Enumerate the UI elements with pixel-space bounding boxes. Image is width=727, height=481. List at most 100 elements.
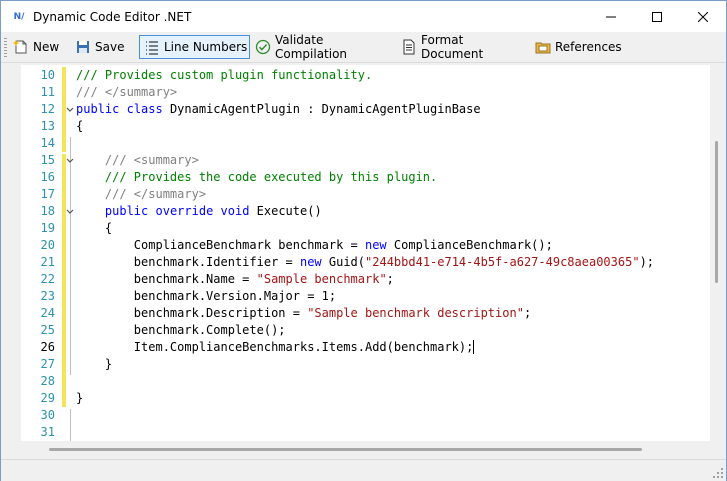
maximize-icon xyxy=(652,11,662,22)
line-number: 25 xyxy=(40,323,55,337)
validate-compilation-button[interactable]: Validate Compilation xyxy=(255,33,390,61)
code-line[interactable]: /// Provides the code executed by this p… xyxy=(76,169,437,186)
code-line[interactable]: } xyxy=(76,390,83,407)
maximize-button[interactable] xyxy=(634,1,680,32)
code-line[interactable]: /// </summary> xyxy=(76,84,177,101)
line-number: 29 xyxy=(40,391,55,405)
code-token: Item.ComplianceBenchmarks.Items.Add(benc… xyxy=(76,340,474,354)
code-token: "244bbd41-e714-4b5f-a627-49c8aea00365" xyxy=(365,255,640,269)
app-logo-icon: N/ xyxy=(13,11,25,22)
line-number: 15 xyxy=(40,153,55,167)
line-numbers-button[interactable]: Line Numbers xyxy=(139,35,250,59)
code-token: benchmark.Identifier = xyxy=(76,255,300,269)
line-number: 12 xyxy=(40,102,55,116)
code-token: ; xyxy=(523,306,532,320)
references-button[interactable]: References xyxy=(535,35,622,59)
code-token: void xyxy=(220,204,250,218)
code-line[interactable]: benchmark.Version.Major = 1; xyxy=(76,288,336,305)
code-token: override xyxy=(155,204,214,218)
minimize-icon xyxy=(606,16,616,17)
code-line[interactable]: { xyxy=(76,220,112,237)
code-line[interactable]: Item.ComplianceBenchmarks.Items.Add(benc… xyxy=(76,339,475,356)
code-token: benchmark.Description = xyxy=(76,306,308,320)
fold-chevron-icon[interactable] xyxy=(65,203,75,220)
status-bar xyxy=(1,459,726,481)
code-line[interactable]: benchmark.Name = "Sample benchmark"; xyxy=(76,271,394,288)
toolbar-grip[interactable] xyxy=(4,38,7,58)
code-line[interactable]: public override void Execute() xyxy=(76,203,322,220)
code-token: { xyxy=(76,119,84,133)
code-token: } xyxy=(76,357,113,371)
new-button[interactable]: New xyxy=(13,35,63,59)
save-button[interactable]: Save xyxy=(75,35,127,59)
document-icon xyxy=(401,39,417,55)
horizontal-scrollbar-thumb[interactable] xyxy=(49,448,642,451)
line-number: 14 xyxy=(40,136,55,150)
minimize-button[interactable] xyxy=(588,1,634,32)
code-token: class xyxy=(126,102,163,116)
code-line[interactable]: /// <summary> xyxy=(76,152,199,169)
code-token: ComplianceBenchmark(); xyxy=(386,238,553,252)
line-number: 27 xyxy=(40,357,55,371)
format-document-button[interactable]: Format Document xyxy=(401,33,523,61)
code-line[interactable]: ComplianceBenchmark benchmark = new Comp… xyxy=(76,237,553,254)
text-caret xyxy=(473,340,475,354)
code-line[interactable]: benchmark.Identifier = new Guid("244bbd4… xyxy=(76,254,654,271)
vertical-scrollbar[interactable] xyxy=(711,65,724,441)
code-token: "Sample benchmark" xyxy=(256,272,387,286)
code-line[interactable]: benchmark.Description = "Sample benchmar… xyxy=(76,305,531,322)
line-number: 26 xyxy=(40,340,55,354)
line-number: 22 xyxy=(40,272,55,286)
save-label: Save xyxy=(95,40,125,54)
horizontal-scrollbar[interactable] xyxy=(21,443,710,455)
vertical-scrollbar-thumb[interactable] xyxy=(715,141,718,283)
code-token: /// Provides the code executed by this p… xyxy=(104,170,438,184)
new-document-icon xyxy=(13,39,29,55)
line-number: 20 xyxy=(40,238,55,252)
change-marker xyxy=(62,154,66,407)
code-token: Guid( xyxy=(321,255,366,269)
toolbar: New Save Line Numbers Validate Compilati… xyxy=(1,32,726,63)
code-token: } xyxy=(76,391,84,405)
list-icon xyxy=(144,39,160,55)
code-line[interactable]: public class DynamicAgentPlugin : Dynami… xyxy=(76,101,481,118)
code-token: /// Provides custom plugin functionality… xyxy=(76,68,373,82)
code-token: ); xyxy=(639,255,655,269)
app-window: N/ Dynamic Code Editor .NET New Save Lin… xyxy=(0,0,727,481)
close-icon xyxy=(698,11,708,22)
code-line[interactable]: { xyxy=(76,118,83,135)
line-number: 16 xyxy=(40,170,55,184)
code-token: public xyxy=(104,204,149,218)
code-line[interactable]: } xyxy=(76,356,112,373)
code-line[interactable]: benchmark.Complete(); xyxy=(76,322,286,339)
code-token: "Sample benchmark description" xyxy=(307,306,524,320)
line-number: 23 xyxy=(40,289,55,303)
new-label: New xyxy=(33,40,60,54)
format-document-label: Format Document xyxy=(421,33,484,61)
title-bar[interactable]: N/ Dynamic Code Editor .NET xyxy=(1,1,726,32)
line-number: 13 xyxy=(40,119,55,133)
line-numbers-label: Line Numbers xyxy=(164,40,248,54)
validate-label: Validate Compilation xyxy=(275,33,348,61)
close-button[interactable] xyxy=(680,1,726,32)
floppy-disk-icon xyxy=(75,39,91,55)
resize-grip-icon[interactable] xyxy=(713,468,723,478)
window-controls xyxy=(588,1,726,32)
folder-references-icon xyxy=(535,39,551,55)
code-editor[interactable]: 10 /// Provides custom plugin functionali… xyxy=(21,65,710,441)
references-label: References xyxy=(555,40,622,54)
code-token: /// </summary> xyxy=(104,187,207,201)
indent-guide xyxy=(70,137,71,375)
code-line[interactable]: /// Provides custom plugin functionality… xyxy=(76,67,372,84)
code-line[interactable]: /// </summary> xyxy=(76,186,206,203)
fold-chevron-icon[interactable] xyxy=(65,152,75,169)
code-token: new xyxy=(364,238,387,252)
line-number: 18 xyxy=(40,204,55,218)
fold-chevron-icon[interactable] xyxy=(65,101,75,118)
code-token: new xyxy=(299,255,322,269)
